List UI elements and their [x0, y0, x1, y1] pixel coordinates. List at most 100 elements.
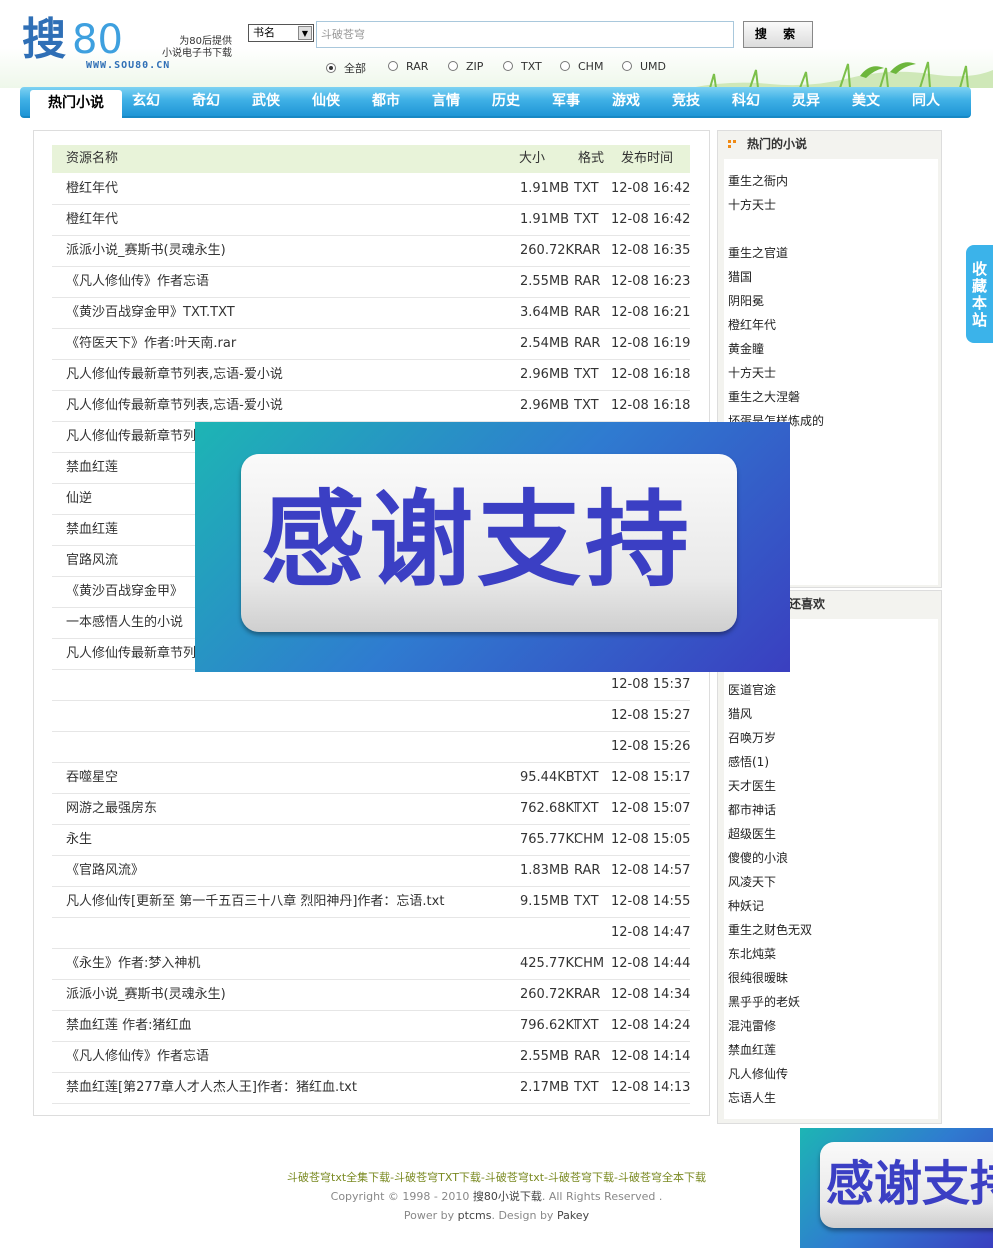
sidebar-link[interactable]: 都市神话 — [728, 802, 776, 818]
sidebar-link[interactable]: 重生之财色无双 — [728, 922, 812, 938]
nav-tab-2[interactable]: 奇幻 — [176, 87, 236, 116]
table-row[interactable]: 《符医天下》作者:叶天南.rar 2.54MB RAR 12-08 16:19 — [52, 329, 690, 360]
cell-name[interactable]: 吞噬星空 — [66, 763, 506, 793]
cell-name[interactable]: 永生 — [66, 825, 506, 855]
bookmark-site-tab[interactable]: 收藏本站 — [966, 245, 993, 343]
thanks-banner[interactable]: 感谢支持 — [195, 422, 790, 672]
table-row[interactable]: 《永生》作者:梦入神机 425.77KI CHM 12-08 14:44 — [52, 949, 690, 980]
table-row[interactable]: 《凡人修仙传》作者忘语 2.55MB RAR 12-08 16:23 — [52, 267, 690, 298]
cell-name[interactable]: 《符医天下》作者:叶天南.rar — [66, 329, 506, 359]
table-row[interactable]: 12-08 15:37 — [52, 670, 690, 701]
cell-name[interactable]: 《官路风流》 — [66, 856, 506, 886]
sidebar-link[interactable]: 猎国 — [728, 269, 752, 285]
footer-seo-links[interactable]: 斗破苍穹txt全集下载-斗破苍穹TXT下载-斗破苍穹txt-斗破苍穹下载-斗破苍… — [0, 1168, 993, 1187]
cell-name[interactable]: 《凡人修仙传》作者忘语 — [66, 1042, 506, 1072]
sidebar-link[interactable]: 十方天士 — [728, 365, 776, 381]
cell-name[interactable]: 《凡人修仙传》作者忘语 — [66, 267, 506, 297]
nav-tab-13[interactable]: 美文 — [836, 87, 896, 116]
sidebar-link[interactable]: 重生之官道 — [728, 245, 788, 261]
cell-name[interactable]: 禁血红莲 作者:猪红血 — [66, 1011, 506, 1041]
cell-name[interactable]: 橙红年代 — [66, 174, 506, 204]
nav-tab-8[interactable]: 军事 — [536, 87, 596, 116]
nav-tab-4[interactable]: 仙侠 — [296, 87, 356, 116]
search-input[interactable]: 斗破苍穹 — [316, 21, 734, 48]
nav-tab-10[interactable]: 竞技 — [656, 87, 716, 116]
sidebar-link[interactable]: 重生之大涅磐 — [728, 389, 800, 405]
table-row[interactable]: 12-08 15:27 — [52, 701, 690, 732]
sidebar-link[interactable]: 黑乎乎的老妖 — [728, 994, 800, 1010]
table-row[interactable]: 禁血红莲 作者:猪红血 796.62KI TXT 12-08 14:24 — [52, 1011, 690, 1042]
sidebar-link[interactable]: 医道官途 — [728, 682, 776, 698]
format-option-4[interactable]: CHM — [560, 60, 603, 73]
radio-icon[interactable] — [622, 61, 632, 71]
site-logo[interactable]: 搜 80 WWW.SOU80.CN 为80后提供 小说电子书下载 — [22, 14, 232, 74]
nav-tab-0[interactable]: 热门小说 — [30, 90, 122, 118]
table-row[interactable]: 橙红年代 1.91MB TXT 12-08 16:42 — [52, 205, 690, 236]
sidebar-link[interactable]: 召唤万岁 — [728, 730, 776, 746]
format-option-3[interactable]: TXT — [503, 60, 542, 73]
nav-tab-11[interactable]: 科幻 — [716, 87, 776, 116]
table-row[interactable]: 橙红年代 1.91MB TXT 12-08 16:42 — [52, 174, 690, 205]
cell-name[interactable]: 凡人修仙传[更新至 第一千五百三十八章 烈阳神丹]作者：忘语.txt — [66, 887, 506, 917]
cell-name[interactable]: 凡人修仙传最新章节列表,忘语-爱小说 — [66, 391, 506, 421]
cell-name[interactable]: 派派小说_赛斯书(灵魂永生) — [66, 236, 506, 266]
table-row[interactable]: 凡人修仙传最新章节列表,忘语-爱小说 2.96MB TXT 12-08 16:18 — [52, 360, 690, 391]
nav-tab-12[interactable]: 灵异 — [776, 87, 836, 116]
sidebar-link[interactable]: 风凌天下 — [728, 874, 776, 890]
cell-name[interactable]: 禁血红莲[第277章人才人杰人王]作者：猪红血.txt — [66, 1073, 506, 1103]
table-row[interactable]: 派派小说_赛斯书(灵魂永生) 260.72KI RAR 12-08 16:35 — [52, 236, 690, 267]
nav-tab-1[interactable]: 玄幻 — [116, 87, 176, 116]
table-row[interactable]: 12-08 14:47 — [52, 918, 690, 949]
table-row[interactable]: 派派小说_赛斯书(灵魂永生) 260.72KI RAR 12-08 14:34 — [52, 980, 690, 1011]
radio-icon[interactable] — [326, 63, 336, 73]
radio-icon[interactable] — [388, 61, 398, 71]
nav-tab-7[interactable]: 历史 — [476, 87, 536, 116]
nav-tab-14[interactable]: 同人 — [896, 87, 956, 116]
nav-tab-3[interactable]: 武侠 — [236, 87, 296, 116]
sidebar-link[interactable]: 混沌雷修 — [728, 1018, 776, 1034]
table-row[interactable]: 12-08 15:26 — [52, 732, 690, 763]
table-row[interactable]: 吞噬星空 95.44KB TXT 12-08 15:17 — [52, 763, 690, 794]
cell-name[interactable]: 派派小说_赛斯书(灵魂永生) — [66, 980, 506, 1010]
sidebar-link[interactable]: 种妖记 — [728, 898, 764, 914]
radio-icon[interactable] — [448, 61, 458, 71]
sidebar-link[interactable]: 天才医生 — [728, 778, 776, 794]
nav-tab-9[interactable]: 游戏 — [596, 87, 656, 116]
radio-icon[interactable] — [560, 61, 570, 71]
sidebar-link[interactable]: 黄金瞳 — [728, 341, 764, 357]
search-button[interactable]: 搜 索 — [743, 21, 813, 48]
table-row[interactable]: 《凡人修仙传》作者忘语 2.55MB RAR 12-08 14:14 — [52, 1042, 690, 1073]
sidebar-link[interactable]: 感悟(1) — [728, 754, 769, 770]
sidebar-link[interactable]: 傻傻的小浪 — [728, 850, 788, 866]
sidebar-link[interactable]: 很纯很暧昧 — [728, 970, 788, 986]
table-row[interactable]: 禁血红莲[第277章人才人杰人王]作者：猪红血.txt 2.17MB TXT 12-0… — [52, 1073, 690, 1104]
format-option-0[interactable]: 全部 — [326, 60, 366, 76]
table-row[interactable]: 《官路风流》 1.83MB RAR 12-08 14:57 — [52, 856, 690, 887]
sidebar-link[interactable]: 阴阳冕 — [728, 293, 764, 309]
cell-name[interactable]: 凡人修仙传最新章节列表,忘语-爱小说 — [66, 360, 506, 390]
cell-name[interactable]: 《永生》作者:梦入神机 — [66, 949, 506, 979]
sidebar-link[interactable]: 禁血红莲 — [728, 1042, 776, 1058]
format-option-5[interactable]: UMD — [622, 60, 666, 73]
power-cms-link[interactable]: ptcms — [458, 1209, 492, 1222]
copyright-site-link[interactable]: 搜80小说下载 — [473, 1190, 542, 1203]
sidebar-link[interactable]: 凡人修仙传 — [728, 1066, 788, 1082]
nav-tab-6[interactable]: 言情 — [416, 87, 476, 116]
table-row[interactable]: 凡人修仙传最新章节列表,忘语-爱小说 2.96MB TXT 12-08 16:18 — [52, 391, 690, 422]
sidebar-link[interactable]: 猎风 — [728, 706, 752, 722]
cell-name[interactable]: 橙红年代 — [66, 205, 506, 235]
radio-icon[interactable] — [503, 61, 513, 71]
format-option-1[interactable]: RAR — [388, 60, 428, 73]
sidebar-link[interactable]: 重生之衙内 — [728, 173, 788, 189]
cell-name[interactable]: 《黄沙百战穿金甲》TXT.TXT — [66, 298, 506, 328]
table-row[interactable]: 凡人修仙传[更新至 第一千五百三十八章 烈阳神丹]作者：忘语.txt 9.15MB… — [52, 887, 690, 918]
table-row[interactable]: 网游之最强房东 762.68KI TXT 12-08 15:07 — [52, 794, 690, 825]
cell-name[interactable]: 网游之最强房东 — [66, 794, 506, 824]
sidebar-link[interactable]: 东北炖菜 — [728, 946, 776, 962]
power-design-link[interactable]: Pakey — [557, 1209, 589, 1222]
table-row[interactable]: 《黄沙百战穿金甲》TXT.TXT 3.64MB RAR 12-08 16:21 — [52, 298, 690, 329]
sidebar-link[interactable]: 超级医生 — [728, 826, 776, 842]
nav-tab-5[interactable]: 都市 — [356, 87, 416, 116]
format-option-2[interactable]: ZIP — [448, 60, 483, 73]
sidebar-link[interactable]: 忘语人生 — [728, 1090, 776, 1106]
